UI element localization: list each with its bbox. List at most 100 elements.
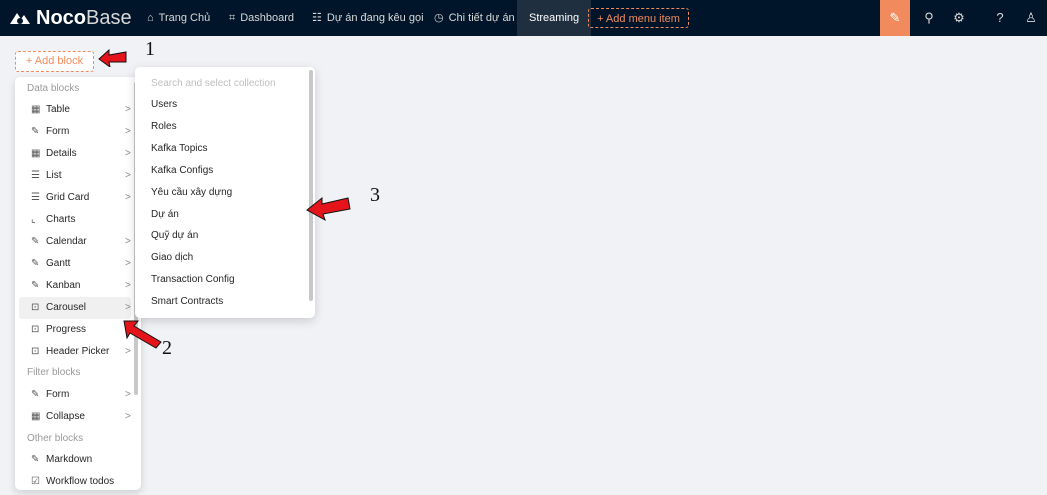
plugin-icon: ⚲ <box>924 10 934 25</box>
menu-item-label: Dự án đang kêu gọi <box>326 12 424 24</box>
bank-icon: ⌂ <box>147 12 154 24</box>
form-icon: ✎ <box>31 258 40 269</box>
block-option-kanban[interactable]: ✎ Kanban > <box>19 275 131 297</box>
menu-item-dashboard[interactable]: ⌗ Dashboard <box>229 0 294 36</box>
user-icon: ♙ <box>1025 10 1037 25</box>
line-chart-icon: ⌞ <box>31 214 36 225</box>
annotation-number-1: 1 <box>145 38 155 60</box>
collection-option[interactable]: Kafka Topics <box>151 143 208 154</box>
message-icon: ☷ <box>312 12 322 24</box>
settings-icon: ⚙ <box>953 10 965 25</box>
submenu-scrollbar[interactable] <box>309 70 313 301</box>
block-option-table[interactable]: ▦ Table > <box>19 99 131 121</box>
code-icon: ⊡ <box>31 324 40 335</box>
menu-item-chi-tiet-du-an[interactable]: ◷ Chi tiết dự án <box>434 0 515 36</box>
block-option-label: Workflow todos <box>46 476 115 487</box>
table-icon: ▦ <box>31 411 41 422</box>
user-button[interactable]: ♙ <box>1016 0 1046 36</box>
block-option-label: Kanban <box>46 280 81 291</box>
collection-option[interactable]: Kafka Configs <box>151 165 213 176</box>
menu-item-label: Dashboard <box>240 12 295 24</box>
block-option-form[interactable]: ✎ Form > <box>19 121 131 143</box>
help-button[interactable]: ? <box>985 0 1015 36</box>
menu-item-label: Trang Chủ <box>158 12 211 24</box>
block-option-gantt[interactable]: ✎ Gantt > <box>19 253 131 275</box>
block-option-label: Form <box>46 126 70 137</box>
design-icon: ✎ <box>889 10 901 25</box>
add-menu-item-button[interactable]: + Add menu item <box>588 8 689 28</box>
block-option-details[interactable]: ▦ Details > <box>19 143 131 165</box>
code-icon: ⊡ <box>31 346 40 357</box>
block-option-carousel[interactable]: ⊡ Carousel > <box>19 297 131 319</box>
collection-option[interactable]: Quỹ dự án <box>151 230 198 241</box>
annotation-arrow-1 <box>98 48 127 67</box>
collection-submenu: Search and select collection Users Roles K… <box>135 67 315 318</box>
block-option-label: Gantt <box>46 258 71 269</box>
block-option-label: Header Picker <box>46 346 110 357</box>
logo-text-bold: Noco <box>36 7 86 29</box>
collection-search-input[interactable]: Search and select collection <box>151 78 276 89</box>
block-option-label: Details <box>46 148 77 159</box>
chevron-right-icon: > <box>125 170 131 181</box>
block-option-label: Form <box>46 389 70 400</box>
collection-option[interactable]: Dự án <box>151 209 179 220</box>
collection-option[interactable]: Users <box>151 99 177 110</box>
block-option-label: List <box>46 170 62 181</box>
block-option-label: Markdown <box>46 454 93 465</box>
collection-option[interactable]: Giao dịch <box>151 252 193 263</box>
block-option-markdown[interactable]: ✎ Markdown <box>19 449 131 471</box>
logo-icon <box>10 13 30 24</box>
collection-option[interactable]: Yêu cầu xây dựng <box>151 187 232 198</box>
chevron-right-icon: > <box>125 192 131 203</box>
form-icon: ✎ <box>31 280 40 291</box>
block-option-grid-card[interactable]: ☰ Grid Card > <box>19 187 131 209</box>
block-option-label: Charts <box>46 214 76 225</box>
block-option-header-picker[interactable]: ⊡ Header Picker > <box>19 341 131 363</box>
form-icon: ✎ <box>31 454 40 465</box>
menu-item-label: Chi tiết dự án <box>448 12 515 24</box>
chevron-right-icon: > <box>125 126 131 137</box>
annotation-number-2: 2 <box>162 337 172 359</box>
list-icon: ☰ <box>31 192 40 203</box>
block-option-list[interactable]: ☰ List > <box>19 165 131 187</box>
nocobase-logo[interactable]: NocoBase <box>8 8 132 28</box>
check-icon: ☑ <box>31 476 40 487</box>
chevron-right-icon: > <box>125 258 131 269</box>
menu-item-streaming[interactable]: Streaming <box>517 0 592 36</box>
chevron-right-icon: > <box>125 148 131 159</box>
annotation-number-3: 3 <box>370 184 380 206</box>
menu-item-trang-chu[interactable]: ⌂ Trang Chủ <box>147 0 210 36</box>
block-option-label: Carousel <box>46 302 87 313</box>
settings-button[interactable]: ⚙ <box>944 0 974 36</box>
collection-option[interactable]: Roles <box>151 121 177 132</box>
chevron-right-icon: > <box>125 236 131 247</box>
table-icon: ▦ <box>31 104 41 115</box>
collection-option[interactable]: Smart Contracts <box>151 296 223 307</box>
block-option-collapse[interactable]: ▦ Collapse > <box>19 406 131 428</box>
code-icon: ⊡ <box>31 302 40 313</box>
group-label-data-blocks: Data blocks <box>27 83 80 94</box>
design-mode-button[interactable]: ✎ <box>880 0 910 36</box>
add-block-button[interactable]: + Add block <box>15 51 94 72</box>
list-icon: ☰ <box>31 170 40 181</box>
block-option-label: Progress <box>46 324 87 335</box>
block-option-charts[interactable]: ⌞ Charts <box>19 209 131 231</box>
block-option-label: Table <box>46 104 70 115</box>
form-icon: ✎ <box>31 389 40 400</box>
annotation-arrow-2 <box>123 320 162 349</box>
top-navigation-bar: NocoBase ⌂ Trang Chủ ⌗ Dashboard ☷ Dự án đa… <box>0 0 1047 36</box>
menu-item-du-an-dang-keu-goi[interactable]: ☷ Dự án đang kêu gọi <box>312 0 424 36</box>
plugin-button[interactable]: ⚲ <box>914 0 944 36</box>
block-option-progress[interactable]: ⊡Progress> <box>19 319 131 341</box>
help-icon: ? <box>996 10 1004 25</box>
block-option-workflow-todos[interactable]: ☑ Workflow todos <box>19 471 131 490</box>
clock-icon: ◷ <box>434 12 444 24</box>
block-option-calendar[interactable]: ✎ Calendar > <box>19 231 131 253</box>
collection-option[interactable]: Transaction Config <box>151 274 235 285</box>
group-label-other-blocks: Other blocks <box>27 433 84 444</box>
chevron-right-icon: > <box>125 104 131 115</box>
chevron-right-icon: > <box>125 411 131 422</box>
chevron-right-icon: > <box>125 389 131 400</box>
block-option-form[interactable]: ✎ Form > <box>19 384 131 406</box>
block-option-label: Collapse <box>46 411 85 422</box>
